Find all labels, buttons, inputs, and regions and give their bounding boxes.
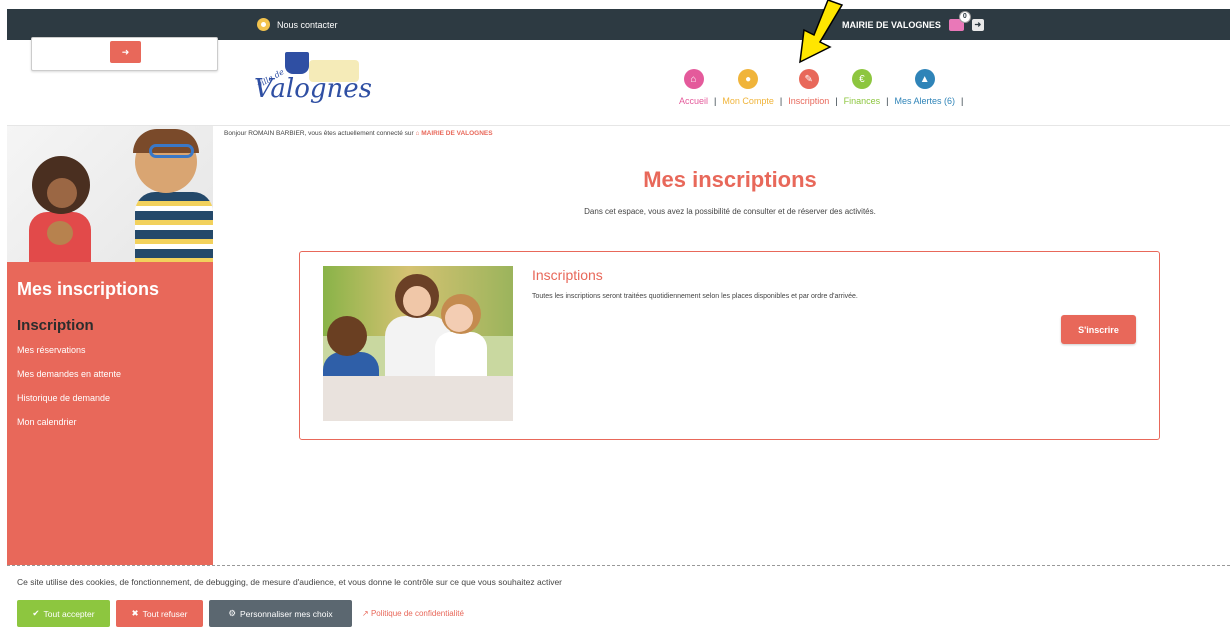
sidebar-title: Mes inscriptions bbox=[17, 279, 160, 299]
card-title: Inscriptions bbox=[532, 267, 603, 283]
nav-label-finances: Finances bbox=[843, 96, 881, 106]
mairie-label: MAIRIE DE VALOGNES bbox=[842, 19, 941, 30]
customize-cookies-button[interactable]: ⚙ Personnaliser mes choix bbox=[209, 600, 352, 627]
cookie-text: Ce site utilise des cookies, de fonction… bbox=[17, 577, 563, 587]
sidebar-photo bbox=[7, 126, 213, 262]
nav-item-accueil[interactable]: ⌂ Accueil bbox=[679, 69, 708, 106]
sidebar-link-calendrier[interactable]: Mon calendrier bbox=[17, 417, 77, 427]
pencil-icon: ✎ bbox=[798, 69, 819, 89]
site-logo[interactable]: ville de Valognes bbox=[252, 52, 372, 112]
inscription-card: Inscriptions Toutes les inscriptions ser… bbox=[299, 251, 1160, 440]
cart-icon[interactable]: 0 bbox=[948, 10, 971, 31]
cookie-divider bbox=[7, 565, 1230, 566]
greeting-place[interactable]: ⌂ MAIRIE DE VALOGNES bbox=[415, 130, 492, 137]
privacy-policy-link[interactable]: ↗ Politique de confidentialité bbox=[362, 609, 464, 618]
alert-icon: ▲ bbox=[914, 69, 935, 89]
user-icon: ● bbox=[738, 69, 759, 89]
nav-item-mon-compte[interactable]: ● Mon Compte bbox=[722, 69, 774, 106]
logout-panel: ➜ bbox=[31, 37, 218, 71]
sidebar-link-demandes[interactable]: Mes demandes en attente bbox=[17, 369, 121, 379]
page-description: Dans cet espace, vous avez la possibilit… bbox=[584, 207, 876, 216]
greeting-text: Bonjour ROMAIN BARBIER, vous êtes actuel… bbox=[224, 130, 414, 137]
sidebar: Mes inscriptions Inscription Mes réserva… bbox=[7, 262, 213, 565]
annotation-arrow bbox=[799, 0, 844, 64]
logout-button[interactable]: ➜ bbox=[110, 41, 141, 63]
gears-icon: ⚙ bbox=[228, 608, 236, 618]
cookie-actions: ✔ Tout accepter ✖ Tout refuser ⚙ Personn… bbox=[17, 600, 464, 627]
card-photo bbox=[323, 266, 513, 421]
nav-item-mes-alertes[interactable]: ▲ Mes Alertes (6) bbox=[894, 69, 955, 106]
nav-item-inscription[interactable]: ✎ Inscription bbox=[788, 69, 829, 106]
card-text: Toutes les inscriptions seront traitées … bbox=[532, 293, 858, 300]
sidebar-subtitle[interactable]: Inscription bbox=[17, 317, 94, 334]
contact-icon bbox=[257, 18, 270, 31]
cross-icon: ✖ bbox=[131, 608, 139, 618]
page-title: Mes inscriptions bbox=[643, 167, 817, 192]
refuse-cookies-button[interactable]: ✖ Tout refuser bbox=[116, 600, 203, 627]
logo-word: Valognes bbox=[254, 74, 372, 104]
check-icon: ✔ bbox=[32, 608, 40, 618]
nav-label-mon-compte: Mon Compte bbox=[722, 96, 774, 106]
nav-label-mes-alertes: Mes Alertes (6) bbox=[894, 96, 956, 106]
external-link-icon: ↗ bbox=[362, 609, 369, 618]
top-bar: Nous contacter MAIRIE DE VALOGNES 0 ➜ bbox=[7, 9, 1230, 40]
sidebar-link-reservations[interactable]: Mes réservations bbox=[17, 345, 86, 355]
cart-count-badge: 0 bbox=[958, 10, 971, 23]
coat-of-arms-icon bbox=[285, 52, 309, 74]
contact-label: Nous contacter bbox=[277, 19, 338, 30]
contact-link[interactable]: Nous contacter bbox=[257, 9, 338, 40]
home-icon: ⌂ bbox=[683, 69, 704, 89]
euro-icon: € bbox=[851, 69, 872, 89]
sidebar-link-historique[interactable]: Historique de demande bbox=[17, 393, 110, 403]
nav-label-accueil: Accueil bbox=[679, 96, 709, 106]
nav-label-inscription: Inscription bbox=[788, 96, 830, 106]
main-nav: ⌂ Accueil | ● Mon Compte | ✎ Inscription… bbox=[679, 62, 969, 106]
greeting: Bonjour ROMAIN BARBIER, vous êtes actuel… bbox=[224, 130, 493, 137]
account-area: MAIRIE DE VALOGNES 0 ➜ bbox=[842, 9, 984, 40]
nav-item-finances[interactable]: € Finances bbox=[843, 69, 881, 106]
logout-icon[interactable]: ➜ bbox=[971, 18, 984, 31]
subscribe-button[interactable]: S'inscrire bbox=[1061, 315, 1136, 344]
accept-cookies-button[interactable]: ✔ Tout accepter bbox=[17, 600, 110, 627]
